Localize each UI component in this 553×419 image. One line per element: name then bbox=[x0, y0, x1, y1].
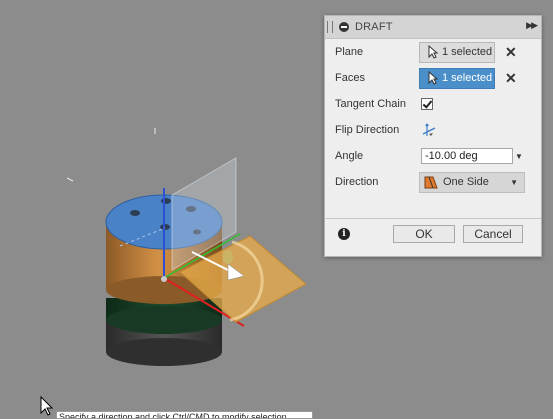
dialog-title: DRAFT bbox=[355, 21, 393, 33]
info-icon[interactable]: i bbox=[338, 228, 350, 240]
direction-one-side-icon bbox=[424, 176, 438, 189]
tangent-chain-checkbox[interactable] bbox=[421, 98, 433, 110]
dialog-divider bbox=[325, 218, 541, 219]
direction-label: Direction bbox=[335, 176, 379, 188]
angle-manipulator-handle[interactable] bbox=[223, 250, 233, 264]
angle-input[interactable]: -10.00 deg bbox=[421, 148, 513, 164]
plane-selection-text: 1 selected bbox=[442, 46, 493, 58]
direction-row: Direction One Side ▼ bbox=[325, 170, 541, 194]
tangent-chain-row: Tangent Chain bbox=[325, 92, 541, 116]
plane-label: Plane bbox=[335, 46, 364, 58]
plane-selection-button[interactable]: 1 selected bbox=[419, 41, 495, 63]
faces-selection-text: 1 selected bbox=[442, 72, 493, 84]
plane-row: Plane 1 selected ✕ bbox=[325, 40, 541, 64]
scene-speck bbox=[66, 177, 74, 182]
cursor-arrow-icon bbox=[428, 71, 439, 85]
cursor-arrow-icon bbox=[428, 45, 439, 59]
clear-plane-close-icon[interactable]: ✕ bbox=[505, 44, 517, 61]
direction-select[interactable]: One Side ▼ bbox=[419, 171, 525, 193]
collapse-icon[interactable] bbox=[339, 22, 349, 32]
faces-row: Faces 1 selected ✕ bbox=[325, 66, 541, 90]
status-tooltip: Specify a direction and click Ctrl/CMD t… bbox=[56, 411, 313, 419]
dialog-header[interactable]: DRAFT ▶▶ bbox=[325, 16, 541, 39]
flip-direction-label: Flip Direction bbox=[335, 124, 400, 136]
cancel-button[interactable]: Cancel bbox=[463, 225, 523, 243]
flip-direction-row: Flip Direction bbox=[325, 118, 541, 142]
angle-label: Angle bbox=[335, 150, 364, 162]
flip-direction-icon[interactable] bbox=[421, 122, 437, 138]
angle-dropdown-icon[interactable]: ▼ bbox=[515, 152, 523, 161]
tangent-chain-label: Tangent Chain bbox=[335, 98, 406, 110]
faces-selection-button[interactable]: 1 selected bbox=[419, 67, 495, 89]
mouse-pointer-icon bbox=[40, 396, 54, 416]
faces-label: Faces bbox=[335, 72, 365, 84]
direction-dropdown-icon: ▼ bbox=[510, 177, 518, 187]
ok-button[interactable]: OK bbox=[393, 225, 455, 243]
origin-point bbox=[161, 276, 167, 282]
drag-grip-icon[interactable] bbox=[327, 21, 333, 33]
direction-value: One Side bbox=[443, 176, 489, 188]
draft-dialog: DRAFT ▶▶ Plane 1 selected ✕ Faces 1 sele… bbox=[324, 15, 542, 257]
clear-faces-close-icon[interactable]: ✕ bbox=[505, 70, 517, 87]
angle-row: Angle -10.00 deg ▼ bbox=[325, 144, 541, 168]
expand-arrows-icon[interactable]: ▶▶ bbox=[526, 20, 538, 31]
